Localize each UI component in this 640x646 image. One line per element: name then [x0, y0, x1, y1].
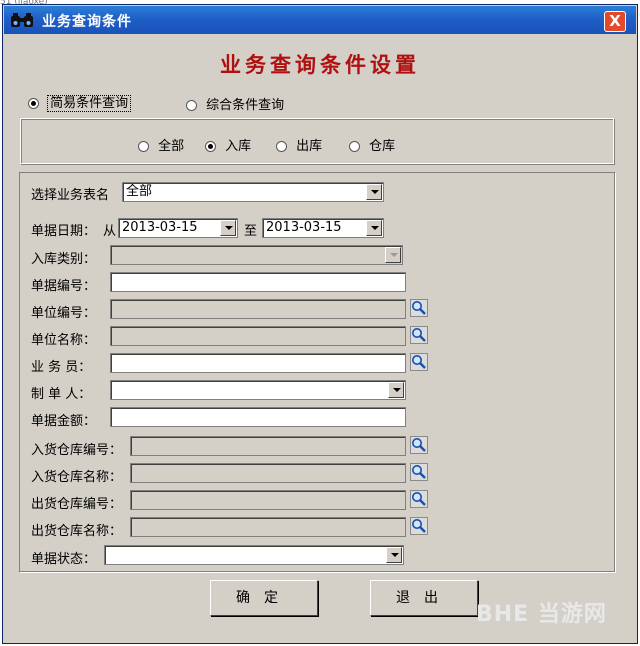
inbound-type-label: 入库类别： [31, 252, 97, 267]
search-icon[interactable] [410, 517, 428, 535]
unit-no-input [110, 299, 406, 319]
radio-icon [186, 100, 197, 111]
date-to-value: 2013-03-15 [266, 220, 342, 235]
date-from-label: 从 [103, 224, 117, 239]
out-warehouse-name-label: 出货仓库名称： [31, 524, 123, 539]
page-title: 业务查询条件设置 [220, 52, 420, 77]
date-from-value: 2013-03-15 [122, 220, 198, 235]
search-icon[interactable] [410, 353, 428, 371]
radio-scope-outbound[interactable]: 出库 [276, 135, 322, 154]
date-to-picker[interactable]: 2013-03-15 [262, 218, 384, 238]
ok-button[interactable]: 确定 [210, 580, 318, 616]
out-warehouse-no-label: 出货仓库编号： [31, 497, 123, 512]
out-warehouse-no-input [130, 490, 406, 510]
radio-icon [205, 141, 216, 152]
radio-scope-all-label: 全部 [158, 139, 185, 154]
chevron-down-icon[interactable] [386, 547, 402, 563]
chevron-down-icon[interactable] [220, 220, 236, 236]
radio-scope-outbound-label: 出库 [296, 139, 323, 154]
search-icon[interactable] [410, 299, 428, 317]
radio-scope-warehouse-label: 仓库 [369, 139, 396, 154]
in-warehouse-no-input [130, 436, 406, 456]
amount-input[interactable] [110, 407, 406, 427]
inbound-type-select [110, 245, 403, 265]
watermark: BHE 当游网 [476, 602, 607, 627]
maker-select[interactable] [110, 380, 406, 400]
table-name-label: 选择业务表名 [31, 188, 110, 203]
radio-scope-all[interactable]: 全部 [138, 135, 184, 154]
chevron-down-icon[interactable] [388, 382, 404, 398]
unit-no-label: 单位编号： [31, 306, 97, 321]
table-name-select[interactable]: 全部 [122, 182, 384, 202]
search-icon[interactable] [410, 490, 428, 508]
date-from-picker[interactable]: 2013-03-15 [118, 218, 238, 238]
date-to-label: 至 [244, 224, 258, 239]
radio-scope-warehouse[interactable]: 仓库 [349, 135, 395, 154]
radio-scope-inbound-label: 入库 [225, 139, 252, 154]
unit-name-input [110, 326, 406, 346]
status-label: 单据状态： [31, 552, 97, 567]
salesperson-label: 业 务 员： [31, 360, 92, 375]
radio-simple-query-label: 简易条件查询 [47, 95, 132, 112]
search-icon[interactable] [410, 463, 428, 481]
unit-name-label: 单位名称： [31, 333, 97, 348]
radio-combined-query-label: 综合条件查询 [206, 98, 285, 113]
doc-date-label: 单据日期： [31, 224, 97, 239]
out-warehouse-name-input [130, 517, 406, 537]
radio-scope-inbound[interactable]: 入库 [205, 135, 251, 154]
close-button[interactable]: X [604, 11, 626, 32]
doc-no-input[interactable] [110, 272, 406, 292]
radio-icon [28, 98, 39, 109]
radio-icon [276, 141, 287, 152]
doc-no-label: 单据编号： [31, 279, 97, 294]
radio-simple-query[interactable]: 简易条件查询 [28, 92, 132, 112]
chevron-down-icon [385, 247, 401, 263]
amount-label: 单据金额： [31, 414, 97, 429]
in-warehouse-name-input [130, 463, 406, 483]
chevron-down-icon[interactable] [366, 220, 382, 236]
radio-icon [138, 141, 149, 152]
table-name-value: 全部 [126, 184, 153, 199]
radio-icon [349, 141, 360, 152]
in-warehouse-name-label: 入货仓库名称： [31, 470, 123, 485]
status-select[interactable] [104, 545, 404, 565]
exit-button[interactable]: 退出 [370, 580, 478, 616]
radio-combined-query[interactable]: 综合条件查询 [186, 94, 284, 113]
salesperson-input[interactable] [110, 353, 406, 373]
in-warehouse-no-label: 入货仓库编号： [31, 443, 123, 458]
search-icon[interactable] [410, 436, 428, 454]
window-title: 业务查询条件 [42, 14, 132, 30]
binoculars-icon [11, 13, 33, 27]
maker-label: 制 单 人： [31, 387, 92, 402]
chevron-down-icon[interactable] [366, 184, 382, 200]
search-icon[interactable] [410, 326, 428, 344]
